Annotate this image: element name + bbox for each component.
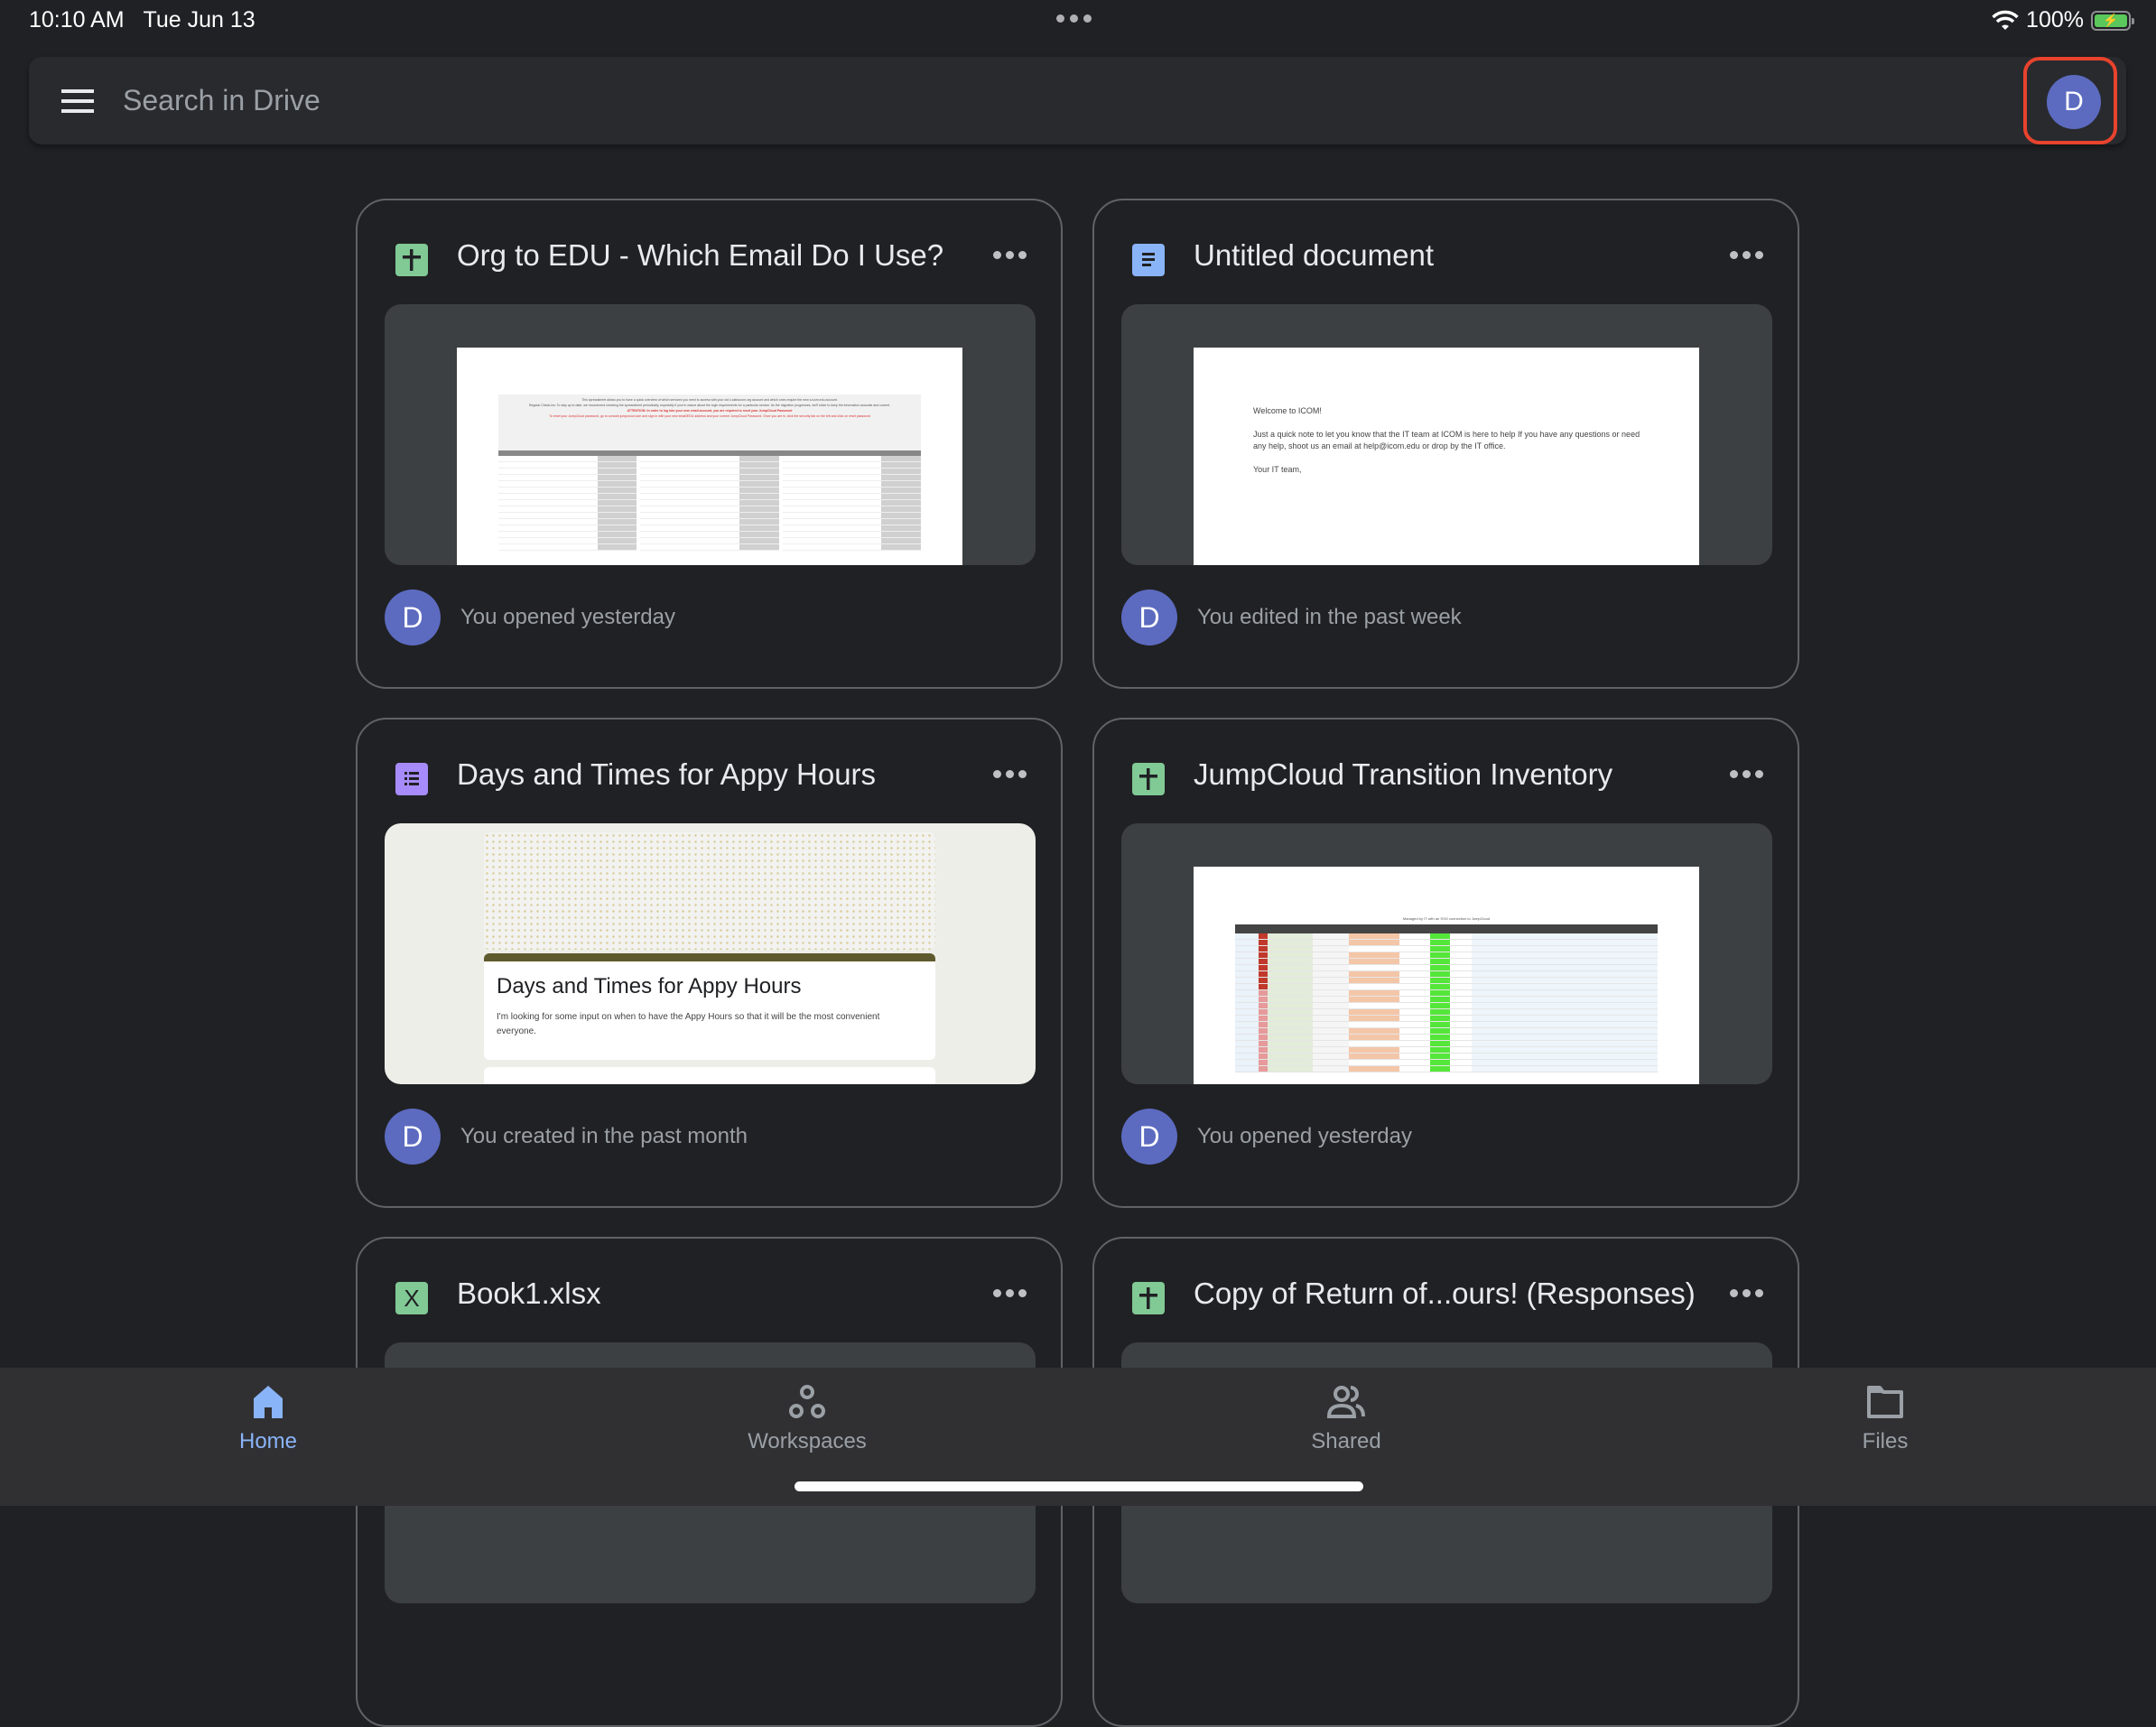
nav-label: Shared — [1311, 1429, 1381, 1453]
excel-icon: X — [395, 1282, 428, 1314]
more-options-icon[interactable] — [1730, 251, 1763, 259]
search-bar: D — [29, 57, 2126, 144]
multitasking-dots-icon[interactable] — [1056, 14, 1092, 23]
preview-table-row — [1235, 1016, 1658, 1022]
file-thumbnail[interactable]: Managed by IT with an SSO connection to … — [1121, 823, 1772, 1084]
account-button[interactable]: D — [2023, 57, 2117, 144]
file-title[interactable]: Org to EDU - Which Email Do I Use? — [457, 238, 943, 273]
preview-line: Just a quick note to let you know that t… — [1253, 430, 1640, 450]
preview-table-row — [1235, 959, 1658, 965]
account-avatar[interactable]: D — [2047, 75, 2101, 129]
sheets-icon — [395, 244, 428, 276]
file-title[interactable]: Days and Times for Appy Hours — [457, 757, 876, 792]
docs-icon — [1132, 244, 1165, 276]
preview-table-row — [1235, 1003, 1658, 1009]
more-options-icon[interactable] — [993, 770, 1027, 778]
owner-avatar: D — [1121, 1109, 1177, 1165]
more-options-icon[interactable] — [1730, 1289, 1763, 1297]
file-title[interactable]: JumpCloud Transition Inventory — [1194, 757, 1612, 792]
preview-table-row — [1235, 997, 1658, 1003]
preview-table-row — [1235, 1028, 1658, 1035]
owner-avatar: D — [385, 1109, 441, 1165]
file-card[interactable]: Org to EDU - Which Email Do I Use? This … — [356, 199, 1063, 689]
file-title[interactable]: Copy of Return of...ours! (Responses) — [1194, 1277, 1696, 1311]
nav-label: Files — [1862, 1429, 1909, 1453]
status-time: 10:10 AM Tue Jun 13 — [29, 7, 256, 33]
activity-text: You opened yesterday — [1197, 1124, 1412, 1148]
file-title[interactable]: Book1.xlsx — [457, 1277, 601, 1311]
form-banner — [484, 832, 935, 950]
file-title[interactable]: Untitled document — [1194, 238, 1434, 273]
file-card[interactable]: Days and Times for Appy Hours Days and T… — [356, 718, 1063, 1208]
status-bar: 10:10 AM Tue Jun 13 100% ⚡ — [0, 0, 2156, 45]
preview-line: Your IT team, — [1253, 465, 1302, 474]
workspaces-icon — [786, 1384, 828, 1420]
status-right: 100% ⚡ — [1992, 7, 2134, 33]
owner-avatar: D — [1121, 590, 1177, 645]
preview-table-row — [1235, 1054, 1658, 1060]
nav-home[interactable]: Home — [178, 1384, 358, 1454]
preview-table-row — [1235, 933, 1658, 940]
nav-files[interactable]: Files — [1795, 1384, 1975, 1454]
preview-table-row — [1235, 1035, 1658, 1041]
wifi-icon — [1992, 10, 2019, 30]
preview-table-row — [1235, 990, 1658, 997]
activity-text: You created in the past month — [460, 1124, 748, 1148]
home-icon — [247, 1384, 289, 1420]
folder-icon — [1864, 1384, 1906, 1420]
nav-shared[interactable]: Shared — [1256, 1384, 1436, 1454]
file-thumbnail[interactable]: Welcome to ICOM! Just a quick note to le… — [1121, 304, 1772, 565]
preview-table-row — [1235, 971, 1658, 978]
file-thumbnail[interactable]: Days and Times for Appy Hours I'm lookin… — [385, 823, 1036, 1084]
preview-table-row — [1235, 965, 1658, 971]
preview-table-row — [1235, 946, 1658, 952]
preview-table-row — [1235, 978, 1658, 984]
preview-table-row — [1235, 1060, 1658, 1066]
preview-line: Welcome to ICOM! — [1253, 406, 1322, 415]
preview-reset: To reset your JumpCloud password, go to … — [549, 414, 870, 418]
nav-label: Home — [238, 1429, 298, 1453]
menu-icon[interactable] — [61, 89, 94, 113]
sheets-icon — [1132, 1282, 1165, 1314]
form-description: I'm looking for some input on when to ha… — [497, 1012, 880, 1036]
time-text: 10:10 AM — [29, 7, 125, 32]
preview-table-row — [1235, 1041, 1658, 1047]
preview-table-column — [498, 456, 637, 551]
preview-table-row — [1235, 1066, 1658, 1072]
preview-table-column — [640, 456, 779, 551]
file-card[interactable]: Untitled document Welcome to ICOM! Just … — [1092, 199, 1799, 689]
file-card[interactable]: JumpCloud Transition Inventory Managed b… — [1092, 718, 1799, 1208]
preview-table-row — [1235, 952, 1658, 959]
preview-table-row — [1235, 984, 1658, 990]
more-options-icon[interactable] — [993, 1289, 1027, 1297]
form-title: Days and Times for Appy Hours — [497, 974, 802, 998]
preview-sheet-title: Managed by IT with an SSO connection to … — [1402, 916, 1491, 921]
date-text: Tue Jun 13 — [143, 7, 256, 32]
nav-label: Workspaces — [748, 1429, 867, 1453]
more-options-icon[interactable] — [993, 251, 1027, 259]
home-indicator[interactable] — [795, 1481, 1363, 1491]
battery-charging-icon: ⚡ — [2091, 10, 2134, 31]
battery-percent: 100% — [2026, 7, 2084, 32]
more-options-icon[interactable] — [1730, 770, 1763, 778]
file-thumbnail[interactable]: This spreadsheet allows you to have a qu… — [385, 304, 1036, 565]
nav-workspaces[interactable]: Workspaces — [717, 1384, 897, 1454]
forms-icon — [395, 763, 428, 795]
preview-table-column — [782, 456, 921, 551]
preview-table-row — [1235, 940, 1658, 946]
search-input[interactable] — [123, 77, 1838, 124]
preview-table-row — [1235, 1047, 1658, 1054]
preview-table-row — [1235, 1009, 1658, 1016]
activity-text: You opened yesterday — [460, 605, 675, 629]
sheets-icon — [1132, 763, 1165, 795]
activity-text: You edited in the past week — [1197, 605, 1462, 629]
shared-icon — [1325, 1384, 1367, 1420]
owner-avatar: D — [385, 590, 441, 645]
preview-table-row — [1235, 1022, 1658, 1028]
